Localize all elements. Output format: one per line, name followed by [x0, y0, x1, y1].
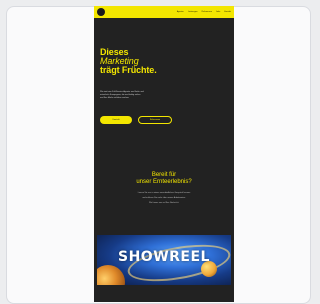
section-description: Lernen Sie uns in einem unverbindlichen … [112, 192, 216, 207]
contact-button[interactable]: Kontakt [100, 116, 132, 124]
references-button[interactable]: Referenzen [138, 116, 172, 124]
hero-description-line: und Ihre Marke sichtbar machen. [100, 97, 130, 99]
website-preview: Agentur Leistungen Referenzen Jobs Konta… [94, 6, 234, 302]
hero-title-line: trägt Früchte. [100, 65, 157, 75]
planet-graphic [97, 265, 125, 285]
section-description-line: Lernen Sie uns in einem unverbindlichen … [137, 192, 191, 194]
showreel-label: SHOWREEL [118, 249, 210, 265]
nav-item-referenzen[interactable]: Referenzen [202, 11, 212, 13]
section-title-line: unser Ernteerlebnis? [136, 179, 192, 185]
section-description-line: Wir freuen uns auf Ihre Nachricht. [149, 202, 179, 204]
section-description-line: und erfahren Sie mehr über unsere Arbeit… [142, 197, 186, 199]
showreel-banner[interactable]: SHOWREEL [97, 235, 231, 285]
navigation-menu: Agentur Leistungen Referenzen Jobs Konta… [177, 6, 231, 18]
nav-item-kontakt[interactable]: Kontakt [224, 11, 231, 13]
nav-item-jobs[interactable]: Jobs [216, 11, 220, 13]
logo[interactable] [97, 8, 105, 16]
top-navigation-bar: Agentur Leistungen Referenzen Jobs Konta… [94, 6, 234, 18]
section-title-line: Bereit für [151, 172, 177, 178]
hero-title: Dieses Marketing trägt Früchte. [100, 48, 200, 75]
hero-description: Wir sind eine Full-Service-Agentur aus B… [100, 91, 180, 100]
nav-item-leistungen[interactable]: Leistungen [188, 11, 198, 13]
nav-item-agentur[interactable]: Agentur [177, 11, 184, 13]
section-title: Bereit für unser Ernteerlebnis? [94, 172, 234, 186]
